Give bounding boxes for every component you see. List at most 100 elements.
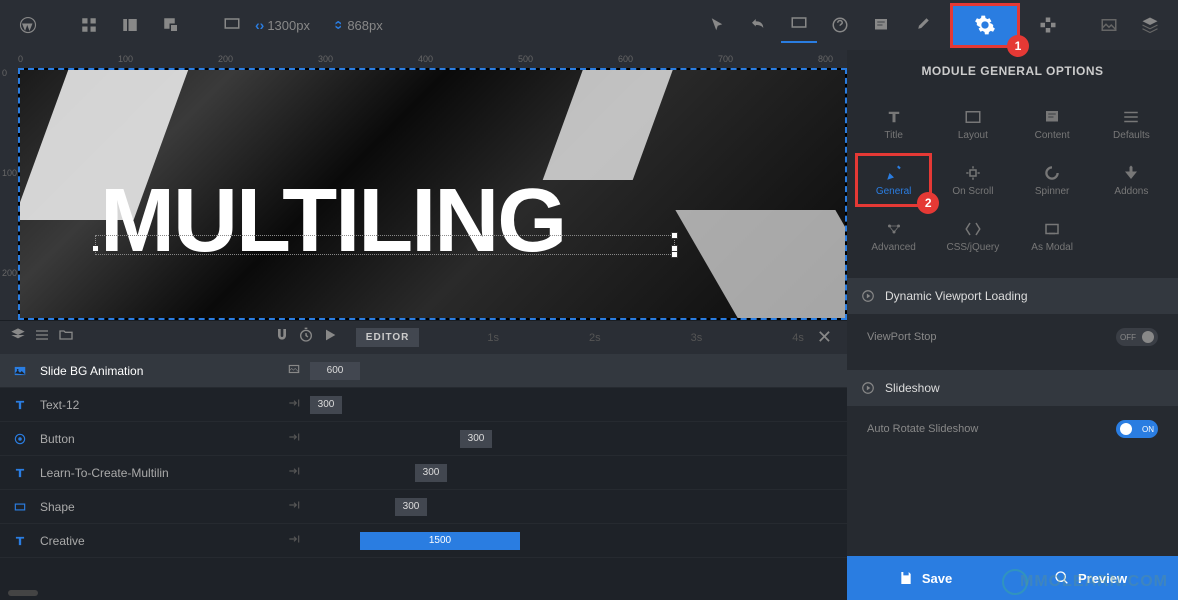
close-icon[interactable]: ✕	[812, 327, 837, 348]
layer-name: Learn-To-Create-Multilin	[40, 466, 287, 480]
top-toolbar: ‹› 1300px ‹› 868px 1	[0, 0, 1178, 50]
layer-end-icon[interactable]	[287, 396, 305, 413]
tab-label: General	[876, 186, 912, 197]
tab-defaults[interactable]: Defaults	[1093, 97, 1170, 151]
toggle-auto-rotate[interactable]: ON	[1116, 420, 1158, 438]
option-auto-rotate: Auto Rotate Slideshow ON	[847, 406, 1178, 452]
options-tab-grid: Title Layout Content Defaults General2 On Scr…	[847, 92, 1178, 268]
tab-title[interactable]: Title	[855, 97, 932, 151]
note-icon[interactable]	[863, 7, 899, 43]
controller-icon[interactable]	[1030, 7, 1066, 43]
layer-name: Text-12	[40, 398, 287, 412]
layer-end-icon[interactable]	[287, 362, 305, 379]
layer-row[interactable]: Slide BG Animation 600	[0, 354, 847, 388]
tab-label: Addons	[1114, 186, 1148, 197]
time-marks: 1s 2s 3s 4s	[427, 332, 804, 344]
duration-bar[interactable]: 1500	[360, 532, 520, 550]
tab-label: CSS/jQuery	[946, 242, 999, 253]
tab-label: Spinner	[1035, 186, 1069, 197]
layers-icon[interactable]	[1132, 7, 1168, 43]
tab-addons[interactable]: Addons	[1093, 153, 1170, 207]
tab-onscroll[interactable]: On Scroll	[934, 153, 1011, 207]
tab-advanced[interactable]: Advanced	[855, 209, 932, 263]
preview-icon[interactable]	[781, 7, 817, 43]
tab-general[interactable]: General2	[855, 153, 932, 207]
tab-asmodal[interactable]: As Modal	[1014, 209, 1091, 263]
panel-title: MODULE GENERAL OPTIONS	[847, 50, 1178, 92]
canvas-content[interactable]: MULTILING	[18, 68, 847, 320]
layer-row[interactable]: Shape 300	[0, 490, 847, 524]
tab-cssjquery[interactable]: CSS/jQuery	[934, 209, 1011, 263]
tab-label: Content	[1035, 130, 1070, 141]
layer-row[interactable]: Text-12 300	[0, 388, 847, 422]
folder-icon[interactable]	[58, 327, 74, 348]
tab-label: Title	[884, 130, 903, 141]
ruler-vertical: 0 100 200	[0, 68, 18, 320]
layer-row[interactable]: Creative 1500	[0, 524, 847, 558]
option-viewport-stop: ViewPort Stop OFF	[847, 314, 1178, 360]
layer-end-icon[interactable]	[287, 532, 305, 549]
duration-bar[interactable]: 600	[310, 362, 360, 380]
editor-label: EDITOR	[356, 328, 420, 347]
undo-icon[interactable]	[740, 7, 776, 43]
layer-end-icon[interactable]	[287, 464, 305, 481]
selection-box[interactable]	[95, 235, 675, 255]
layer-panel: Slide BG Animation 600 Text-12 300 Button 300…	[0, 354, 847, 600]
duration-bar[interactable]: 300	[395, 498, 427, 516]
desktop-icon[interactable]	[214, 7, 250, 43]
list-icon[interactable]	[34, 327, 50, 348]
brush-icon[interactable]	[904, 7, 940, 43]
headline-text[interactable]: MULTILING	[100, 170, 565, 273]
duration-bar[interactable]: 300	[415, 464, 447, 482]
toggle-viewport-stop[interactable]: OFF	[1116, 328, 1158, 346]
columns-icon[interactable]	[112, 7, 148, 43]
image-icon[interactable]	[1091, 7, 1127, 43]
tab-label: Advanced	[871, 242, 915, 253]
tab-layout[interactable]: Layout	[934, 97, 1011, 151]
scrollbar-thumb[interactable]	[8, 590, 38, 596]
layer-name: Creative	[40, 534, 287, 548]
play-icon[interactable]	[322, 327, 338, 348]
right-panel: MODULE GENERAL OPTIONS Title Layout Conten…	[847, 50, 1178, 600]
cursor-icon[interactable]	[699, 7, 735, 43]
height-display[interactable]: ‹› 868px	[335, 17, 383, 33]
settings-button[interactable]: 1	[950, 3, 1020, 48]
section-slideshow[interactable]: Slideshow	[847, 370, 1178, 406]
add-panel-icon[interactable]	[153, 7, 189, 43]
magnet-icon[interactable]	[274, 327, 290, 348]
layer-name: Slide BG Animation	[40, 364, 287, 378]
layer-end-icon[interactable]	[287, 498, 305, 515]
layers-icon[interactable]	[10, 327, 26, 348]
bottom-bar: Save Preview	[847, 556, 1178, 600]
layer-name: Shape	[40, 500, 287, 514]
save-button[interactable]: Save	[898, 570, 952, 586]
timeline-toolbar: EDITOR 1s 2s 3s 4s ✕	[0, 320, 847, 354]
tab-label: Layout	[958, 130, 988, 141]
preview-button[interactable]: Preview	[1054, 570, 1127, 586]
layer-name: Button	[40, 432, 287, 446]
target-icon	[10, 432, 30, 446]
tab-label: On Scroll	[952, 186, 993, 197]
canvas-area[interactable]: 0 100 200 300 400 500 600 700 800 0 100 …	[0, 50, 847, 320]
tab-spinner[interactable]: Spinner	[1014, 153, 1091, 207]
tab-label: Defaults	[1113, 130, 1150, 141]
text-icon	[10, 398, 30, 412]
layer-row[interactable]: Learn-To-Create-Multilin 300	[0, 456, 847, 490]
tab-label: As Modal	[1031, 242, 1073, 253]
layer-end-icon[interactable]	[287, 430, 305, 447]
duration-bar[interactable]: 300	[460, 430, 492, 448]
timer-icon[interactable]	[298, 327, 314, 348]
callout-badge-1: 1	[1007, 35, 1029, 57]
shape-icon	[10, 500, 30, 514]
tab-content[interactable]: Content	[1014, 97, 1091, 151]
duration-bar[interactable]: 300	[310, 396, 342, 414]
layer-row[interactable]: Button 300	[0, 422, 847, 456]
help-icon[interactable]	[822, 7, 858, 43]
width-display[interactable]: ‹› 1300px	[255, 17, 310, 33]
text-icon	[10, 466, 30, 480]
section-dynamic-viewport[interactable]: Dynamic Viewport Loading	[847, 278, 1178, 314]
text-icon	[10, 534, 30, 548]
grid-icon[interactable]	[71, 7, 107, 43]
wordpress-icon[interactable]	[10, 7, 46, 43]
ruler-horizontal: 0 100 200 300 400 500 600 700 800	[0, 50, 847, 68]
